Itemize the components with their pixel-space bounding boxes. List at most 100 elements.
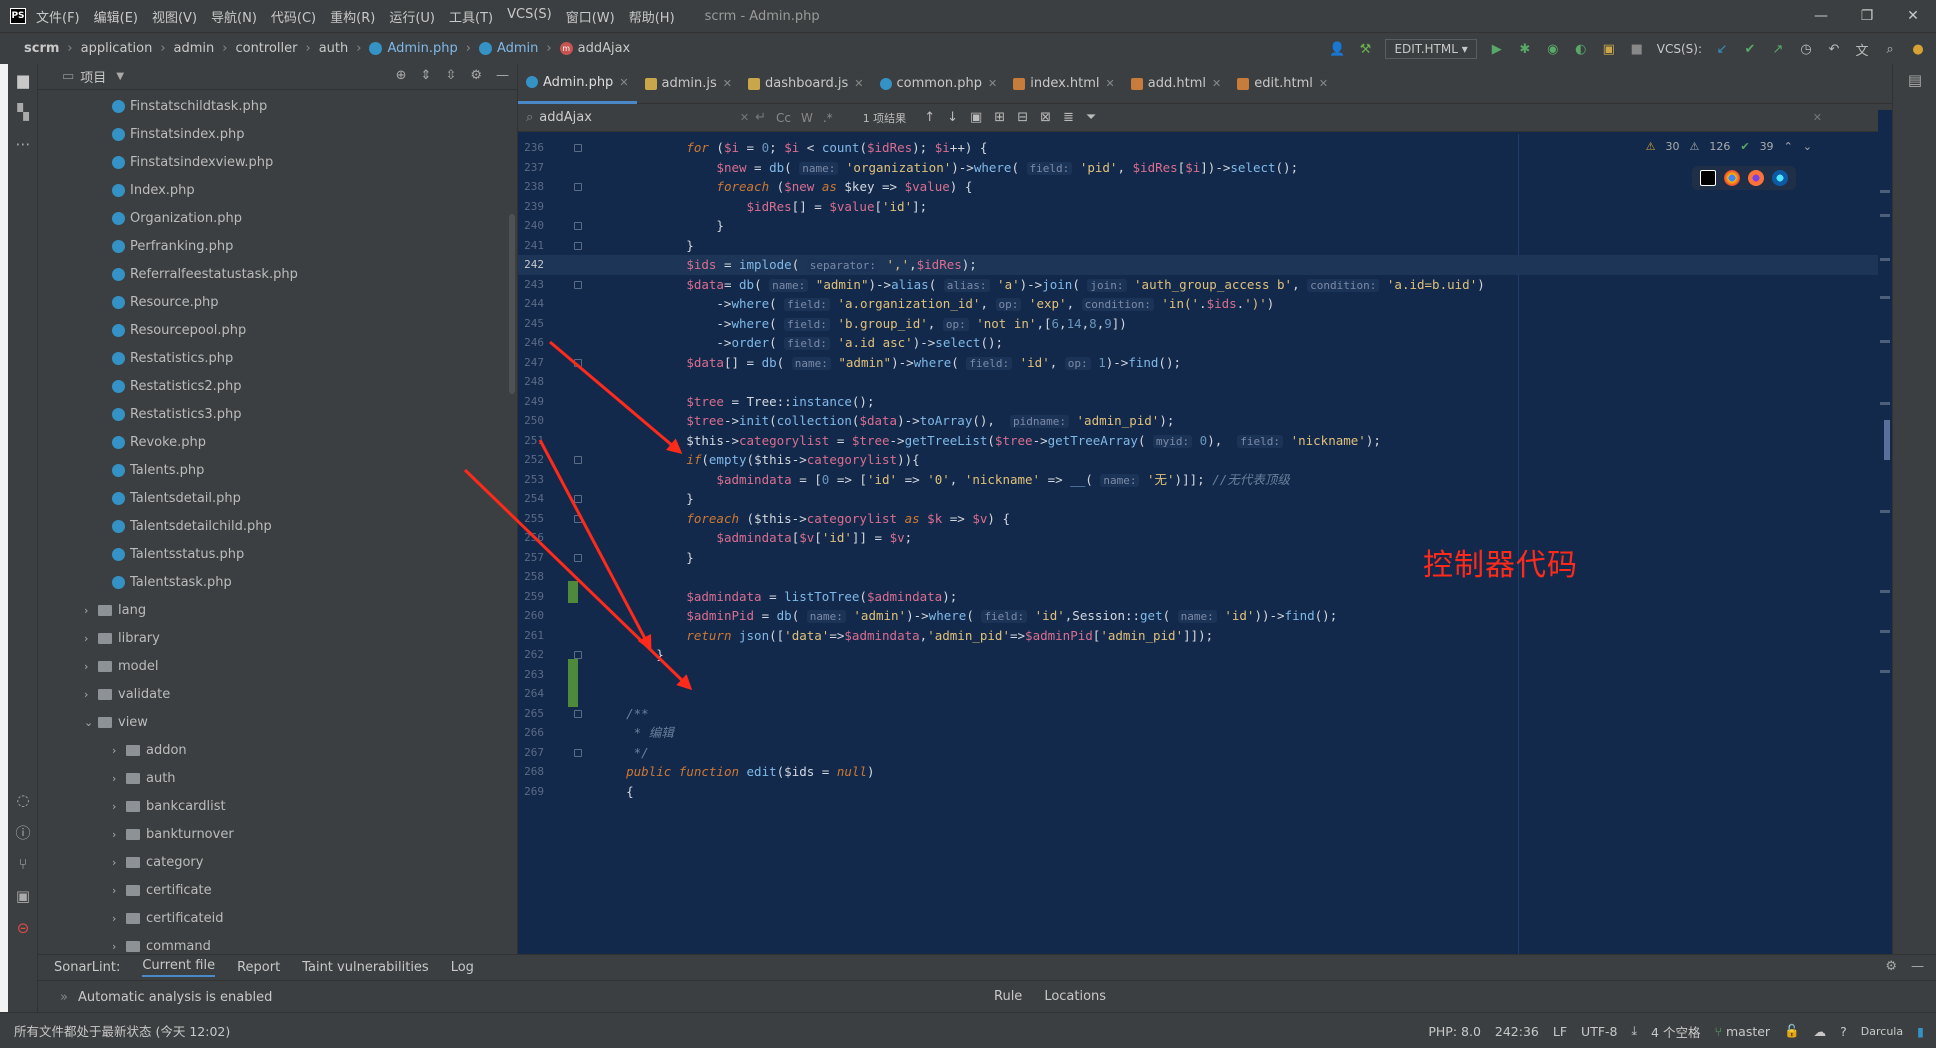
code-line[interactable]: 251 $this->categorylist = $tree->getTree…: [518, 431, 1892, 451]
close-tab-icon[interactable]: ✕: [988, 77, 997, 90]
error-stripe-mark[interactable]: [1880, 630, 1890, 633]
maximize-button[interactable]: ❐: [1844, 0, 1890, 32]
tree-file-item[interactable]: Talentsdetailchild.php: [38, 512, 517, 540]
scroll-thumb[interactable]: [1884, 420, 1890, 460]
code-line[interactable]: 269 {: [518, 782, 1892, 802]
debug-icon[interactable]: ✱: [1517, 41, 1533, 57]
code-line[interactable]: 267 */: [518, 743, 1892, 763]
ide-features-icon[interactable]: ●: [1910, 41, 1926, 57]
fold-marker-icon[interactable]: [574, 222, 582, 230]
fold-marker-icon[interactable]: [574, 280, 582, 289]
close-tab-icon[interactable]: ✕: [854, 77, 863, 90]
editor-tab[interactable]: dashboard.js ✕: [740, 64, 872, 104]
chevron-down-icon[interactable]: ⌄: [1803, 140, 1812, 153]
breadcrumb-item[interactable]: scrm: [24, 41, 59, 56]
fold-marker-icon[interactable]: [574, 553, 582, 562]
code-line[interactable]: 264: [518, 684, 1892, 704]
fold-marker-icon[interactable]: [574, 651, 582, 659]
structure-tool-icon[interactable]: ▚: [8, 96, 38, 128]
run-icon[interactable]: ▶: [1489, 41, 1505, 57]
menu-item[interactable]: 窗口(W): [566, 7, 615, 26]
expand-all-icon[interactable]: ⇕: [421, 68, 432, 83]
code-line[interactable]: 257 }: [518, 548, 1892, 568]
remove-occurrence-icon[interactable]: ⊟: [1017, 110, 1028, 125]
tree-file-item[interactable]: Index.php: [38, 176, 517, 204]
fold-marker-icon[interactable]: [574, 748, 582, 757]
menu-item[interactable]: VCS(S): [507, 7, 552, 26]
terminal-tool-icon[interactable]: ▣: [8, 880, 38, 912]
code-line[interactable]: 259 $admindata = listToTree($admindata);: [518, 587, 1892, 607]
close-find-icon[interactable]: ✕: [1813, 111, 1822, 124]
code-line[interactable]: 244 ->where( field: 'a.organization_id',…: [518, 294, 1892, 314]
code-line[interactable]: 260 $adminPid = db( name: 'admin')->wher…: [518, 606, 1892, 626]
caret-position[interactable]: 242:36: [1495, 1024, 1539, 1039]
tree-file-item[interactable]: Resourcepool.php: [38, 316, 517, 344]
cloud-icon[interactable]: ☁: [1814, 1024, 1827, 1039]
code-line[interactable]: 245 ->where( field: 'b.group_id', op: 'n…: [518, 314, 1892, 334]
vcs-push-icon[interactable]: ↗: [1770, 41, 1786, 57]
chevron-down-icon[interactable]: ▼: [116, 71, 124, 82]
breadcrumb-item[interactable]: application: [59, 41, 153, 56]
menu-item[interactable]: 文件(F): [36, 7, 80, 26]
menu-item[interactable]: 导航(N): [211, 7, 257, 26]
edge-icon[interactable]: [1772, 170, 1788, 186]
code-line[interactable]: 250 $tree->init(collection($data)->toArr…: [518, 411, 1892, 431]
tree-file-item[interactable]: Restatistics.php: [38, 344, 517, 372]
coverage-icon[interactable]: ◉: [1545, 41, 1561, 57]
line-separator[interactable]: LF: [1553, 1024, 1567, 1039]
chevron-right-icon[interactable]: ›: [112, 800, 126, 813]
tree-folder-item[interactable]: › certificate: [38, 876, 517, 904]
clear-icon[interactable]: ✕: [740, 111, 749, 124]
editor-tab[interactable]: index.html ✕: [1005, 64, 1123, 104]
code-line[interactable]: 239 $idRes[] = $value['id'];: [518, 197, 1892, 217]
find-option-toggle[interactable]: W: [801, 111, 813, 125]
run-config-selector[interactable]: EDIT.HTML ▾: [1385, 39, 1477, 59]
tree-file-item[interactable]: Talents.php: [38, 456, 517, 484]
chevron-right-icon[interactable]: ›: [112, 828, 126, 841]
chrome-icon[interactable]: [1724, 170, 1740, 186]
code-line[interactable]: 243 $data= db( name: "admin")->alias( al…: [518, 275, 1892, 295]
code-line[interactable]: 246 ->order( field: 'a.id asc')->select(…: [518, 333, 1892, 353]
tree-file-item[interactable]: Finstatsindexview.php: [38, 148, 517, 176]
history-icon[interactable]: ◷: [1798, 41, 1814, 57]
error-stripe-mark[interactable]: [1880, 296, 1890, 299]
menu-item[interactable]: 工具(T): [449, 7, 493, 26]
find-input-wrapper[interactable]: ⌕ addAjax ✕ ↵: [526, 110, 766, 125]
fold-marker-icon[interactable]: [574, 241, 582, 250]
hammer-icon[interactable]: ⚒: [1357, 41, 1373, 57]
tree-folder-item[interactable]: ⌄ view: [38, 708, 517, 736]
select-all-occurrences-icon[interactable]: ⊠: [1040, 110, 1051, 125]
tree-file-item[interactable]: Talentsstatus.php: [38, 540, 517, 568]
code-line[interactable]: 249 $tree = Tree::instance();: [518, 392, 1892, 412]
theme-name[interactable]: Darcula: [1861, 1025, 1903, 1038]
gear-icon[interactable]: ⚙: [470, 68, 482, 83]
chevron-right-icon[interactable]: ›: [84, 604, 98, 617]
sonarlint-tab[interactable]: Taint vulnerabilities: [302, 960, 429, 975]
code-line[interactable]: 263: [518, 665, 1892, 685]
tree-folder-item[interactable]: › bankturnover: [38, 820, 517, 848]
previous-occurrence-icon[interactable]: ↑: [924, 110, 935, 125]
sonarlint-tab[interactable]: Log: [451, 960, 474, 975]
editor-tab[interactable]: admin.js ✕: [637, 64, 740, 104]
vcs-commit-icon[interactable]: ✔: [1742, 41, 1758, 57]
collapse-all-icon[interactable]: ⇳: [445, 68, 456, 83]
menu-item[interactable]: 帮助(H): [629, 7, 675, 26]
close-tab-icon[interactable]: ✕: [1106, 77, 1115, 90]
tree-file-item[interactable]: Finstatschildtask.php: [38, 92, 517, 120]
breadcrumb-item[interactable]: m addAjax: [538, 41, 630, 56]
code-line[interactable]: 242 $ids = implode( separator: ',',$idRe…: [518, 255, 1892, 275]
filter-icon[interactable]: ⏷: [1086, 110, 1096, 125]
chevron-right-icon[interactable]: ›: [112, 744, 126, 757]
error-stripe-mark[interactable]: [1880, 214, 1890, 217]
chevron-right-icon[interactable]: ›: [112, 912, 126, 925]
sonarlint-tab[interactable]: Current file: [142, 958, 216, 977]
menu-item[interactable]: 代码(C): [271, 7, 316, 26]
code-line[interactable]: 237 $new = db( name: 'organization')->wh…: [518, 158, 1892, 178]
tree-file-item[interactable]: Organization.php: [38, 204, 517, 232]
find-option-toggle[interactable]: .*: [823, 111, 833, 125]
close-tab-icon[interactable]: ✕: [619, 76, 628, 89]
tree-folder-item[interactable]: › library: [38, 624, 517, 652]
problems-tool-icon[interactable]: ⓘ: [8, 816, 38, 848]
tree-file-item[interactable]: Restatistics3.php: [38, 400, 517, 428]
close-tab-icon[interactable]: ✕: [723, 77, 732, 90]
